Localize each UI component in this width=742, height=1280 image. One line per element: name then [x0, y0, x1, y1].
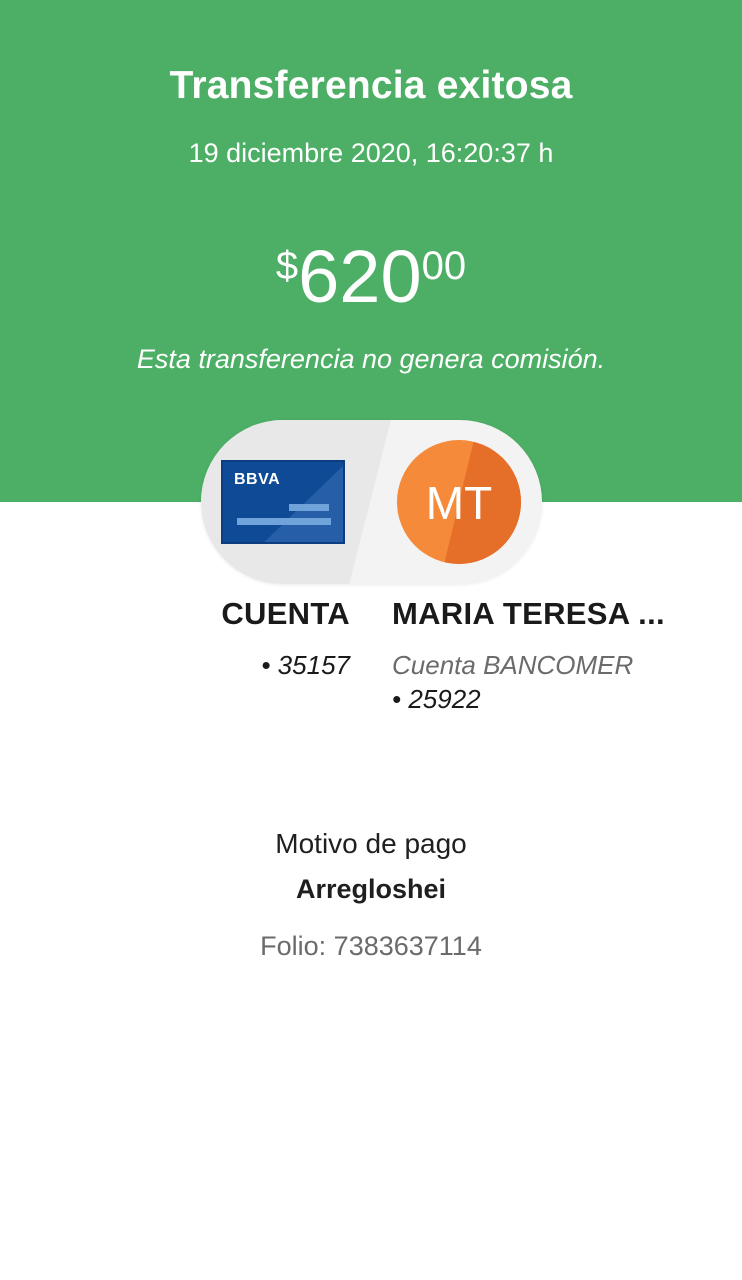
amount-cents: 00: [421, 244, 467, 288]
card-stripe: [237, 518, 331, 525]
currency-symbol: $: [275, 244, 299, 288]
recipient-avatar: MT: [397, 440, 521, 564]
transfer-receipt-screen: Transferencia exitosa 19 diciembre 2020,…: [0, 0, 742, 1280]
amount-whole: 620: [298, 235, 422, 318]
page-title: Transferencia exitosa: [169, 64, 573, 107]
origin-account-label: CUENTA: [221, 596, 350, 631]
commission-note: Esta transferencia no genera comisión.: [136, 344, 606, 374]
card-stripe: [289, 504, 329, 511]
recipient-name: MARIA TERESA ...: [392, 596, 665, 631]
bank-card-icon: BBVA: [221, 460, 345, 544]
avatar-initials: MT: [425, 477, 493, 529]
transfer-datetime: 19 diciembre 2020, 16:20:37 h: [188, 138, 554, 168]
transfer-amount: $62000: [0, 238, 742, 316]
card-brand-logo: BBVA: [234, 471, 281, 488]
origin-account-number: • 35157: [261, 650, 350, 680]
recipient-account-number: • 25922: [392, 684, 481, 714]
transfer-parties-pill: BBVA MT: [201, 420, 542, 584]
payment-reason-label: Motivo de pago: [275, 828, 467, 859]
recipient-bank: Cuenta BANCOMER: [392, 650, 634, 680]
folio-number: Folio: 7383637114: [260, 931, 482, 961]
payment-reason-value: Arregloshei: [295, 874, 447, 904]
